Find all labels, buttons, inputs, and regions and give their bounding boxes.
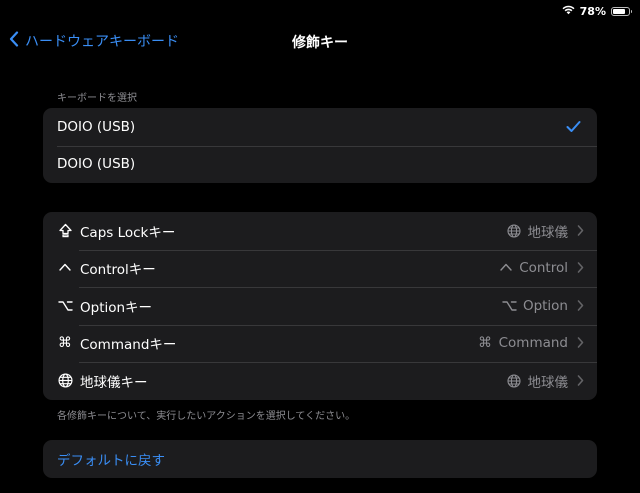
modifier-value: ⌘ Command bbox=[478, 335, 568, 351]
wifi-icon bbox=[562, 5, 575, 18]
caps-lock-icon bbox=[57, 223, 73, 239]
globe-icon bbox=[507, 373, 522, 388]
modifier-footer-note: 各修飾キーについて、実行したいアクションを選択してください。 bbox=[57, 411, 356, 422]
modifier-row-option[interactable]: Optionキー Option bbox=[43, 287, 597, 325]
modifier-label: Caps Lockキー bbox=[80, 224, 176, 241]
globe-icon bbox=[507, 223, 522, 238]
battery-percent: 78% bbox=[579, 4, 606, 18]
control-icon bbox=[498, 261, 513, 276]
status-bar: 78% bbox=[562, 2, 632, 20]
option-icon bbox=[502, 298, 517, 313]
modifier-key-list: Caps Lockキー 地球儀 Controlキー Control Option… bbox=[43, 212, 597, 400]
modifier-keys-screen: 78% ハードウェアキーボード 修飾キー キーボードを選択 DOIO (USB)… bbox=[0, 0, 640, 493]
reset-defaults-label: デフォルトに戻す bbox=[57, 452, 165, 469]
modifier-label: Optionキー bbox=[80, 299, 153, 316]
reset-group: デフォルトに戻す bbox=[43, 440, 597, 478]
modifier-value-label: Option bbox=[522, 297, 568, 314]
modifier-value: 地球儀 bbox=[507, 371, 569, 391]
chevron-right-icon bbox=[577, 296, 584, 315]
keyboard-section-header: キーボードを選択 bbox=[57, 93, 137, 104]
modifier-value: 地球儀 bbox=[507, 221, 569, 241]
modifier-row-caps-lock[interactable]: Caps Lockキー 地球儀 bbox=[43, 212, 597, 250]
chevron-right-icon bbox=[577, 371, 584, 390]
keyboard-option-2[interactable]: DOIO (USB) bbox=[43, 145, 597, 184]
keyboard-option-1[interactable]: DOIO (USB) bbox=[43, 108, 597, 146]
chevron-right-icon bbox=[577, 221, 584, 240]
modifier-value-label: 地球儀 bbox=[527, 224, 569, 241]
modifier-row-command[interactable]: ⌘ Commandキー ⌘ Command bbox=[43, 324, 597, 363]
control-icon bbox=[57, 260, 73, 276]
command-icon: ⌘ bbox=[58, 335, 72, 352]
modifier-value: Option bbox=[502, 298, 568, 314]
option-icon bbox=[57, 298, 73, 314]
modifier-value-label: Control bbox=[519, 260, 568, 277]
battery-level bbox=[613, 8, 625, 14]
modifier-label: Controlキー bbox=[80, 262, 156, 279]
battery-icon bbox=[611, 6, 632, 16]
modifier-value: Control bbox=[498, 260, 568, 276]
page-title: 修飾キー bbox=[292, 35, 348, 51]
chevron-right-icon bbox=[577, 259, 584, 278]
globe-icon bbox=[57, 373, 73, 389]
modifier-label: Commandキー bbox=[80, 337, 177, 354]
modifier-value-label: Command bbox=[498, 335, 568, 352]
reset-defaults-button[interactable]: デフォルトに戻す bbox=[43, 440, 597, 478]
modifier-value-label: 地球儀 bbox=[527, 374, 569, 391]
modifier-row-control[interactable]: Controlキー Control bbox=[43, 249, 597, 288]
keyboard-option-label: DOIO (USB) bbox=[57, 156, 136, 173]
checkmark-icon bbox=[566, 117, 581, 136]
chevron-right-icon bbox=[577, 334, 584, 353]
keyboard-list: DOIO (USB) DOIO (USB) bbox=[43, 108, 597, 183]
keyboard-option-label: DOIO (USB) bbox=[57, 118, 136, 135]
modifier-row-globe[interactable]: 地球儀キー 地球儀 bbox=[43, 362, 597, 400]
command-icon: ⌘ bbox=[478, 335, 493, 352]
modifier-label: 地球儀キー bbox=[80, 374, 148, 391]
